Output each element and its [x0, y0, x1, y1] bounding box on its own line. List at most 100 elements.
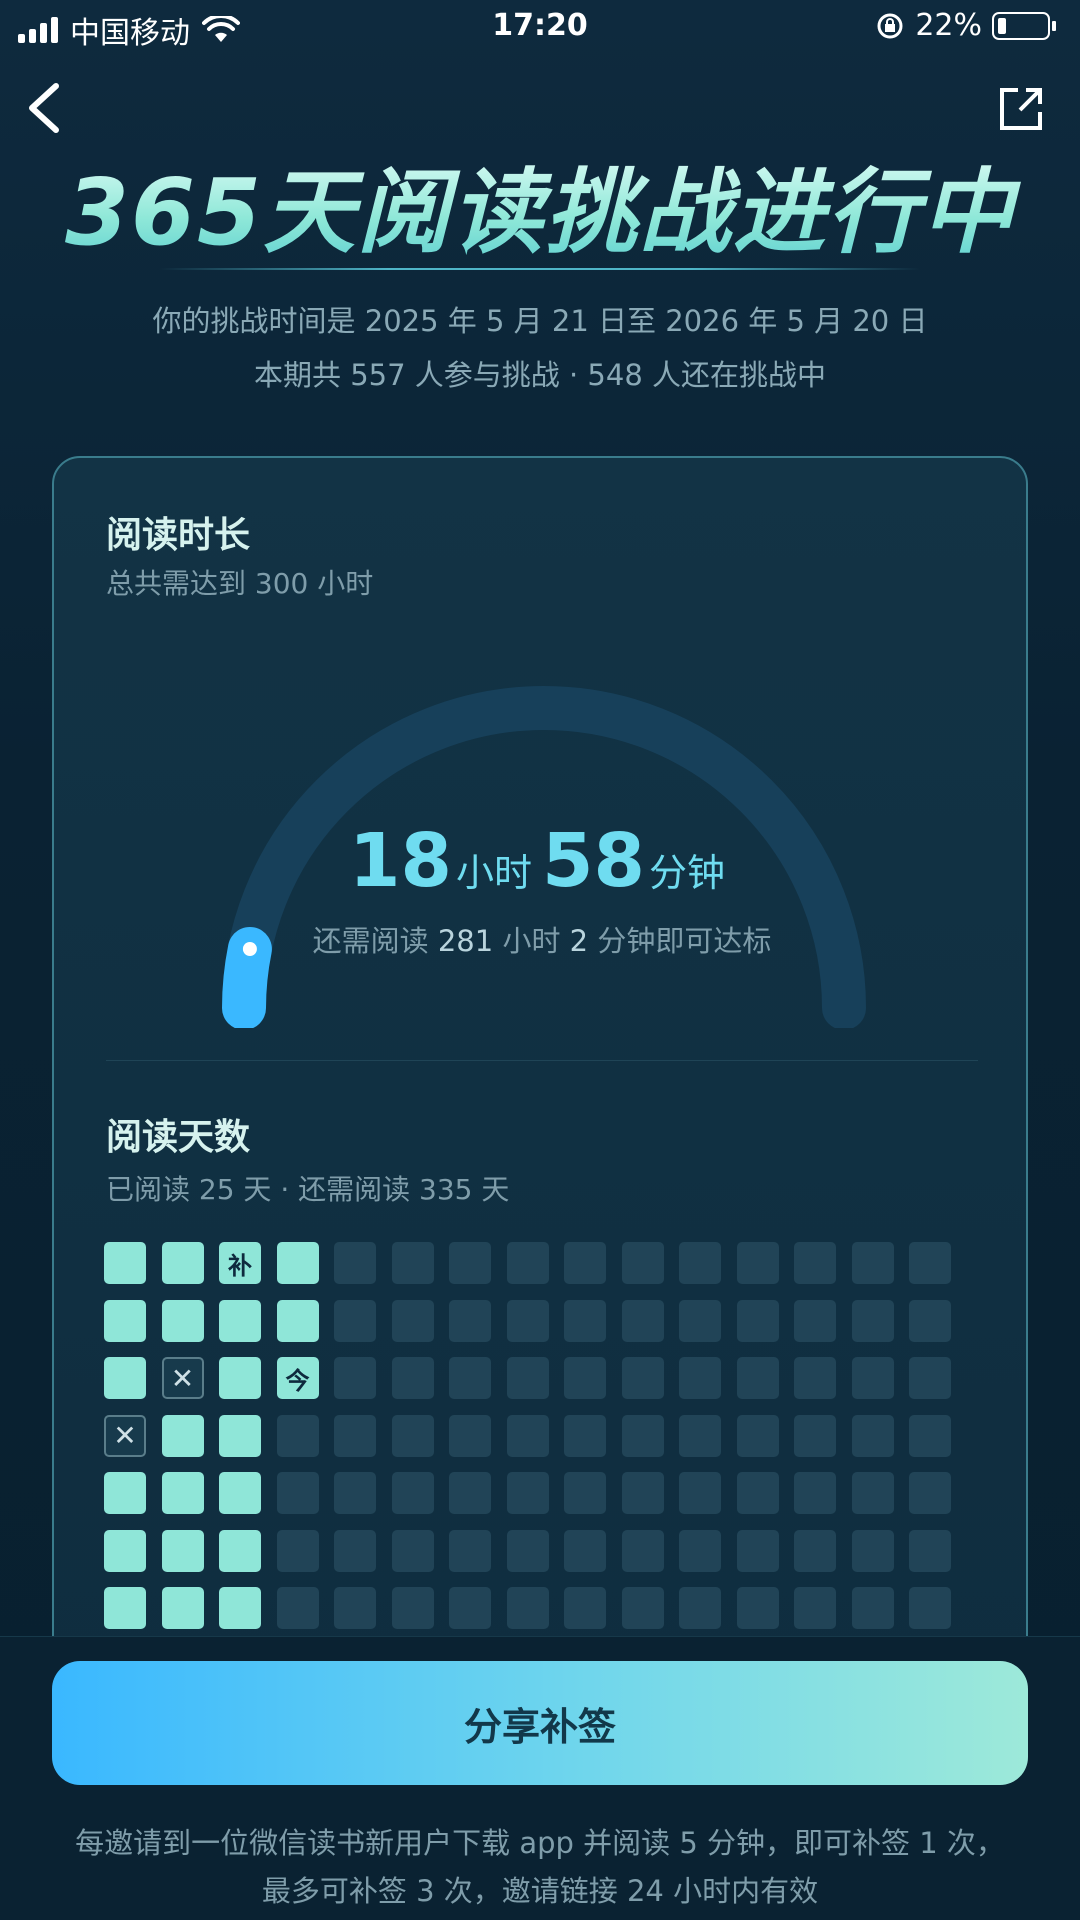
status-bar: 中国移动 17:20 22% — [0, 0, 1080, 56]
makeup-notice: 每邀请到一位微信读书新用户下载 app 并阅读 5 分钟，即可补签 1 次，最多… — [75, 1826, 1005, 1908]
day-cell — [219, 1472, 261, 1514]
day-cell — [449, 1414, 491, 1457]
day-cell — [334, 1529, 376, 1572]
day-cell — [506, 1299, 549, 1342]
reading-days-summary: 已阅读 25 天 · 还需阅读 335 天 — [106, 1173, 510, 1206]
day-cell — [391, 1587, 434, 1629]
day-cell — [851, 1529, 894, 1572]
day-cell — [391, 1529, 434, 1572]
day-cell — [909, 1529, 951, 1572]
chevron-left-icon — [29, 83, 59, 133]
day-cell — [334, 1587, 376, 1629]
day-cell — [736, 1299, 779, 1342]
day-cell — [794, 1299, 836, 1342]
day-cell — [564, 1299, 606, 1342]
reading-days-grid: 补 ✕ 今 ✕ — [104, 1242, 951, 1629]
day-cell — [334, 1357, 376, 1399]
day-cell — [736, 1529, 779, 1572]
day-cell — [391, 1414, 434, 1457]
reading-time-target: 总共需达到 300 小时 — [106, 567, 374, 600]
day-cell — [276, 1587, 319, 1629]
day-cell — [621, 1357, 664, 1399]
remaining-hours: 281 — [437, 924, 494, 958]
day-cell — [161, 1242, 204, 1284]
day-cell — [161, 1414, 204, 1457]
hours-unit: 小时 — [455, 851, 532, 895]
day-cell — [391, 1299, 434, 1342]
day-cell — [161, 1472, 204, 1514]
day-cell-missed: ✕ — [104, 1414, 146, 1457]
day-cell — [909, 1414, 951, 1457]
day-cell — [506, 1242, 549, 1284]
day-cell — [104, 1357, 146, 1399]
day-cell — [564, 1472, 606, 1514]
day-cell-makeup: 补 — [219, 1242, 261, 1284]
hours-value: 18 — [349, 818, 452, 904]
day-cell — [449, 1472, 491, 1514]
day-cell — [391, 1242, 434, 1284]
day-cell — [276, 1472, 319, 1514]
day-cell — [621, 1587, 664, 1629]
day-cell — [391, 1357, 434, 1399]
day-cell — [506, 1472, 549, 1514]
day-cell — [736, 1242, 779, 1284]
title-underline — [160, 268, 920, 270]
day-cell — [851, 1357, 894, 1399]
day-cell — [276, 1414, 319, 1457]
back-button[interactable] — [24, 80, 84, 140]
day-cell — [679, 1529, 721, 1572]
minutes-unit: 分钟 — [648, 851, 725, 895]
day-cell — [794, 1587, 836, 1629]
day-cell — [909, 1242, 951, 1284]
challenge-period: 你的挑战时间是 2025 年 5 月 21 日至 2026 年 5 月 20 日 — [152, 304, 928, 338]
day-cell — [794, 1529, 836, 1572]
share-makeup-button[interactable]: 分享补签 — [52, 1661, 1028, 1785]
day-cell — [219, 1299, 261, 1342]
day-cell — [794, 1357, 836, 1399]
share-button[interactable] — [996, 84, 1046, 134]
day-cell — [391, 1472, 434, 1514]
day-cell — [564, 1414, 606, 1457]
section-divider — [106, 1060, 978, 1061]
day-cell — [219, 1357, 261, 1399]
day-cell — [794, 1242, 836, 1284]
day-cell — [621, 1472, 664, 1514]
day-cell — [679, 1414, 721, 1457]
day-cell — [506, 1529, 549, 1572]
day-cell — [621, 1529, 664, 1572]
day-cell — [564, 1529, 606, 1572]
day-cell — [736, 1357, 779, 1399]
day-cell — [449, 1357, 491, 1399]
day-cell — [506, 1414, 549, 1457]
day-cell — [679, 1587, 721, 1629]
day-cell — [794, 1414, 836, 1457]
day-cell — [909, 1357, 951, 1399]
day-cell — [679, 1472, 721, 1514]
day-cell — [794, 1472, 836, 1514]
day-cell — [334, 1299, 376, 1342]
day-cell — [104, 1242, 146, 1284]
day-cell — [621, 1242, 664, 1284]
day-cell — [334, 1472, 376, 1514]
day-cell — [161, 1529, 204, 1572]
reading-days-title: 阅读天数 — [106, 1117, 251, 1158]
day-cell — [334, 1242, 376, 1284]
day-cell — [449, 1587, 491, 1629]
day-cell — [851, 1472, 894, 1514]
challenge-title: 365天阅读挑战进行中 — [0, 138, 1080, 271]
day-cell — [104, 1587, 146, 1629]
day-cell — [276, 1529, 319, 1572]
reading-time-remaining: 还需阅读 281 小时 2 分钟即可达标 — [312, 924, 772, 958]
day-cell-today: 今 — [276, 1357, 319, 1399]
day-cell — [909, 1299, 951, 1342]
remaining-minutes: 2 — [569, 924, 589, 958]
minutes-value: 58 — [542, 818, 645, 904]
day-cell — [621, 1414, 664, 1457]
progress-card: 阅读时长 总共需达到 300 小时 18 小时 58 分钟 还需阅读 281 小时 2… — [52, 456, 1028, 1696]
reading-time-value: 18 小时 58 分钟 — [54, 818, 1030, 904]
day-cell — [104, 1472, 146, 1514]
day-cell — [219, 1529, 261, 1572]
day-cell — [909, 1472, 951, 1514]
day-cell — [219, 1587, 261, 1629]
day-cell — [736, 1587, 779, 1629]
